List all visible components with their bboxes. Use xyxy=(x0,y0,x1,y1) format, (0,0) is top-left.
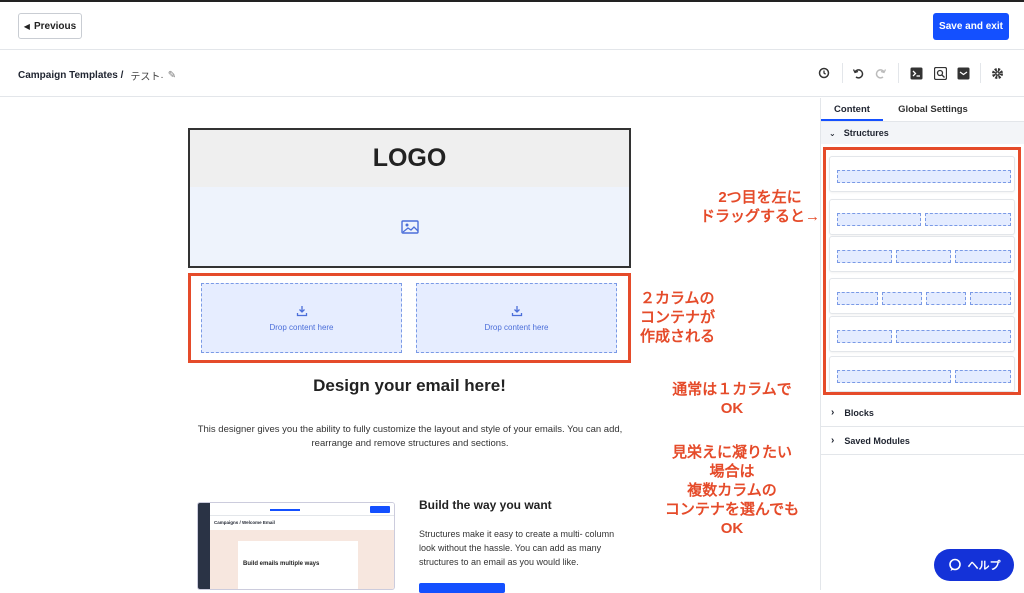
annotation-drag-tip: 2つ目を左に ドラッグすると→ xyxy=(699,189,820,225)
builder-thumbnail: Campaigns / Welcome Email Build emails m… xyxy=(197,502,395,590)
blocks-label: Blocks xyxy=(844,407,874,418)
annotation-normal: 通常は１カラムで OK xyxy=(672,381,792,417)
chevron-right-icon: › xyxy=(831,407,835,418)
download-icon xyxy=(296,305,307,316)
previous-label: Previous xyxy=(33,20,77,32)
structures-label: Structures xyxy=(843,128,889,138)
cta-button[interactable] xyxy=(419,583,505,593)
chevron-left-icon: ◀ xyxy=(23,21,30,31)
email-description[interactable]: This designer gives you the ability to f… xyxy=(190,423,630,451)
settings-icon[interactable] xyxy=(990,66,1004,80)
logo-section[interactable]: LOGO xyxy=(188,128,631,187)
section-text[interactable]: Structures make it easy to create a mult… xyxy=(419,527,631,569)
toolbar-divider xyxy=(898,63,899,83)
image-icon xyxy=(400,219,419,234)
thumbnail-card-title: Build emails multiple ways xyxy=(243,561,320,567)
chevron-right-icon: › xyxy=(831,435,835,446)
blocks-section[interactable]: › Blocks xyxy=(821,399,1024,427)
section-title[interactable]: Build the way you want xyxy=(419,498,552,512)
redo-icon[interactable] xyxy=(874,66,888,80)
annotation-two-column: ２カラムの コンテナが 作成される xyxy=(640,290,716,345)
drop-zone-right[interactable]: Drop content here xyxy=(416,283,617,353)
template-name[interactable]: テスト· xyxy=(130,68,163,83)
drop-zone-left[interactable]: Drop content here xyxy=(201,283,402,353)
history-icon[interactable] xyxy=(817,66,831,80)
test-email-icon[interactable] xyxy=(956,66,970,80)
saved-modules-label: Saved Modules xyxy=(844,435,910,446)
help-label: ヘルプ xyxy=(967,560,1001,572)
structures-header[interactable]: ⌄ Structures xyxy=(821,122,1024,144)
annotation-fancy: 見栄えに凝りたい 場合は 複数カラムの コンテナを選んでも OK xyxy=(664,444,800,537)
drop-label: Drop content here xyxy=(484,322,549,332)
tab-content[interactable]: Content xyxy=(821,98,883,121)
preview-icon[interactable] xyxy=(933,66,947,80)
drop-label: Drop content here xyxy=(269,322,334,332)
logo-text: LOGO xyxy=(372,144,447,172)
help-button[interactable]: ヘルプ xyxy=(934,549,1014,581)
image-placeholder[interactable] xyxy=(188,187,631,268)
undo-icon[interactable] xyxy=(851,66,865,80)
editor-toolbar: Campaign Templates / テスト· ✎ xyxy=(0,50,1024,97)
download-icon xyxy=(511,305,522,316)
breadcrumb-root[interactable]: Campaign Templates / xyxy=(18,70,123,81)
code-icon[interactable] xyxy=(909,66,923,80)
tab-global-settings[interactable]: Global Settings xyxy=(883,98,983,121)
chat-bubble-icon xyxy=(948,558,961,571)
breadcrumb: Campaign Templates / テスト· ✎ xyxy=(18,68,176,83)
save-and-exit-button[interactable]: Save and exit xyxy=(933,13,1009,40)
top-bar: ◀ Previous Save and exit xyxy=(0,0,1024,50)
structures-highlight xyxy=(823,147,1021,395)
toolbar-divider xyxy=(980,63,981,83)
thumbnail-crumb: Campaigns / Welcome Email xyxy=(214,520,275,525)
chevron-down-icon: ⌄ xyxy=(829,128,836,138)
previous-button[interactable]: ◀ Previous xyxy=(18,13,82,39)
toolbar-divider xyxy=(842,63,843,83)
email-title[interactable]: Design your email here! xyxy=(188,376,631,396)
panel-tabs: Content Global Settings xyxy=(821,98,1024,122)
pencil-icon[interactable]: ✎ xyxy=(168,70,176,81)
saved-modules-section[interactable]: › Saved Modules xyxy=(821,427,1024,455)
